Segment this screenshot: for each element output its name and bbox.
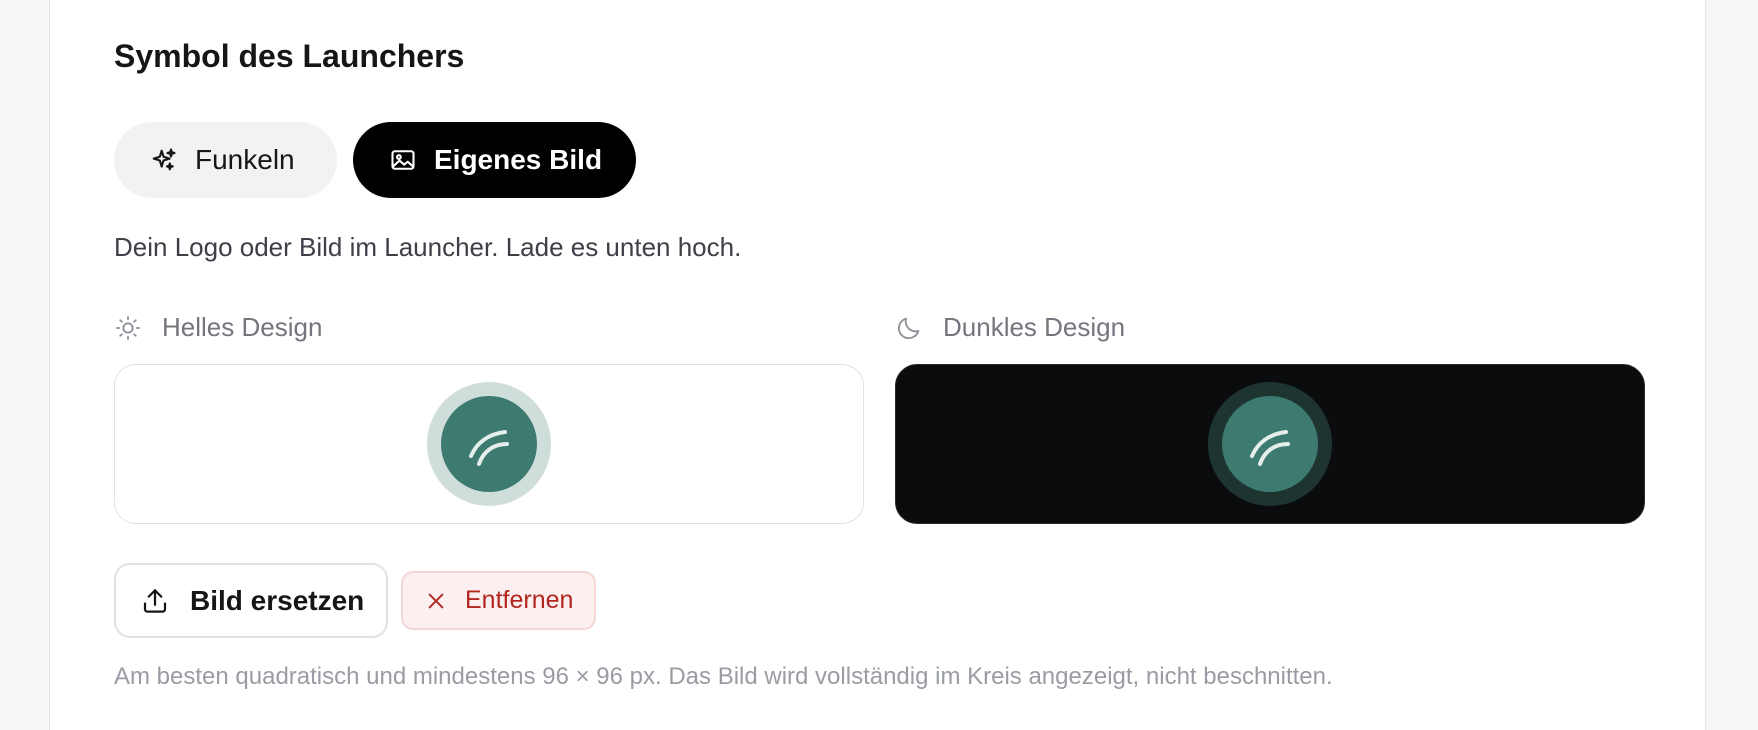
- sparkles-icon: [150, 146, 178, 174]
- image-size-hint: Am besten quadratisch und mindestens 96 …: [114, 663, 1333, 690]
- launcher-preview-dark: [1208, 382, 1332, 506]
- launcher-logo-image: [441, 396, 537, 492]
- launcher-preview-light: [427, 382, 551, 506]
- image-actions: Bild ersetzen Entfernen: [114, 563, 596, 638]
- light-preview-heading: Helles Design: [114, 312, 322, 343]
- replace-image-label: Bild ersetzen: [190, 584, 365, 616]
- symbol-type-toggle: Funkeln Eigenes Bild: [114, 122, 636, 198]
- image-icon: [389, 146, 417, 174]
- light-preview-label: Helles Design: [162, 312, 323, 342]
- replace-image-button[interactable]: Bild ersetzen: [114, 563, 388, 638]
- option-custom-image-label: Eigenes Bild: [434, 144, 603, 175]
- option-custom-image-button[interactable]: Eigenes Bild: [353, 122, 636, 198]
- dark-preview-heading: Dunkles Design: [895, 312, 1125, 343]
- dark-preview-panel: [895, 364, 1645, 524]
- remove-image-button[interactable]: Entfernen: [401, 571, 596, 630]
- launcher-logo-image: [1222, 396, 1318, 492]
- sun-icon: [114, 314, 142, 342]
- close-icon: [425, 590, 447, 612]
- dark-preview-label: Dunkles Design: [943, 312, 1126, 342]
- moon-icon: [895, 314, 923, 342]
- section-description: Dein Logo oder Bild im Launcher. Lade es…: [114, 232, 742, 262]
- remove-image-label: Entfernen: [465, 586, 574, 614]
- light-preview-panel: [114, 364, 864, 524]
- section-title: Symbol des Launchers: [114, 38, 465, 74]
- option-sparkle-button[interactable]: Funkeln: [114, 122, 337, 198]
- upload-icon: [140, 586, 170, 616]
- option-sparkle-label: Funkeln: [195, 144, 295, 175]
- settings-card: Symbol des Launchers Funkeln Eigenes Bil…: [49, 0, 1706, 730]
